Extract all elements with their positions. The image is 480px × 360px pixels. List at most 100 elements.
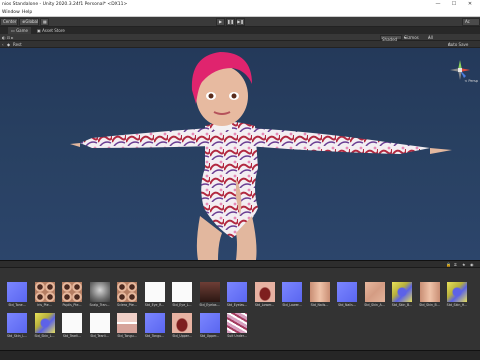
asset-thumbnail [89,313,110,333]
asset-label: Std_Nails... [338,303,356,307]
asset-tile[interactable]: Std_Tone... [4,282,30,308]
scene-viewport[interactable]: < Persp [0,48,480,260]
tab-game[interactable]: ▭ Game [8,27,31,34]
asset-tile[interactable]: Pupils_Pte... [59,282,85,308]
asset-thumbnail [172,313,192,333]
auto-save-label: Auto Save [448,42,469,47]
asset-tile[interactable]: Iris_Pte... [32,282,58,308]
asset-label: Std_Eye_L... [172,303,192,307]
right-eye [231,93,237,99]
asset-label: Suit Under... [227,334,247,338]
maximize-icon[interactable]: ☐ [448,0,460,9]
play-icon: ▶ [218,19,223,24]
asset-label: Std_Skin_L... [34,334,55,338]
asset-thumbnail [337,282,357,302]
menu-bar: Window Help [0,9,480,17]
asset-tile[interactable]: Scalp_Tran... [87,282,113,308]
asset-label: Std_Tone... [8,303,26,307]
asset-tile[interactable]: Std_Tongu... [114,313,140,339]
pause-button[interactable]: ❚❚ [226,18,235,26]
pause-icon: ❚❚ [227,19,234,24]
gizmos-dropdown[interactable]: Gizmos ▾ [404,34,419,41]
menu-window[interactable]: Window [2,9,20,17]
asset-label: Std_Skin_L... [6,334,28,338]
status-bar [0,350,480,360]
asset-tile[interactable]: Std_Nails... [334,282,360,308]
character-render [70,52,452,260]
breadcrumb-root[interactable]: Rest [13,41,22,48]
asset-label: Pupils_Pte... [62,303,82,307]
asset-thumbnail [199,282,220,302]
asset-thumbnail [447,282,467,302]
asset-tile[interactable]: Std_Skin_A... [362,282,388,308]
asset-thumbnail [117,282,137,302]
asset-tile[interactable]: Std_Lower... [279,282,305,308]
asset-label: Std_Nails... [310,303,329,307]
minimize-icon[interactable]: — [432,0,444,9]
asset-tile[interactable]: Std_Eyelas... [197,282,223,308]
menu-help[interactable]: Help [22,9,32,17]
pivot-mode-button[interactable]: Center [0,18,18,26]
asset-thumbnail [144,282,165,302]
asset-tile[interactable]: Std_Skin_B... [389,282,415,308]
asset-thumbnail [199,313,220,333]
orientation-gizmo[interactable] [448,58,472,92]
asset-label: Std_Skin_B... [391,303,413,307]
asset-tile[interactable]: Std_Tearli... [59,313,85,339]
breadcrumb-back-icon[interactable]: ‹ [2,41,4,48]
asset-label: Std_Skin_A... [364,303,385,307]
asset-thumbnail [89,282,110,302]
pivot-space-button[interactable]: ⊕Global [19,18,39,26]
scene-toolbar: ◐ ⊡ ▸ Shaded Gizmos ▾ ⌕ All [0,34,480,42]
asset-tile[interactable]: Std_Eyelas... [224,282,250,308]
draw-mode-icon[interactable]: ◐ ⊡ ▸ [2,34,13,41]
view-tabs: ▭ Game ▣ Asset Store [0,27,480,34]
asset-tile[interactable]: Std_Skin_L... [4,313,30,339]
asset-tile[interactable]: Std_Eye_L... [169,282,195,308]
tab-scene[interactable] [0,27,6,34]
pivot-space-label: Global [25,19,39,24]
asset-thumbnail [62,313,82,333]
asset-tile[interactable]: Std_Nails... [307,282,333,308]
perspective-label[interactable]: < Persp [464,79,478,83]
asset-tile[interactable]: Std_Eye_R... [142,282,168,308]
asset-tile[interactable]: Suit Under... [224,313,250,339]
asset-tile[interactable]: Std_Tongu... [142,313,168,339]
shading-mode-dropdown[interactable]: Shaded [380,35,402,42]
left-arm [80,128,212,148]
asset-tile[interactable]: Std_Skin_H... [444,282,470,308]
asset-tile[interactable]: Std_Tearli... [87,313,113,339]
snap-settings-button[interactable]: ▦ [40,18,49,26]
project-toolbar: 🔒 ⧖ ★ ◉ [0,260,480,268]
asset-thumbnail [117,313,137,333]
pivot-mode-label: Center [3,19,17,24]
tab-game-label: Game [16,28,28,33]
asset-label: Std_Tongu... [117,334,137,338]
play-button[interactable]: ▶ [216,18,225,26]
asset-thumbnail [7,313,27,333]
asset-thumbnail [419,282,440,302]
asset-label: Std_Lower... [254,303,275,307]
step-button[interactable]: ▶❚ [236,18,245,26]
asset-label: Iris_Pte... [37,303,52,307]
asset-thumbnail [34,282,55,302]
account-button[interactable]: Ac [462,18,480,26]
asset-label: Std_Eye_R... [144,303,165,307]
asset-tile[interactable]: Std_Upper... [197,313,223,339]
asset-label: Sclera_Pte... [117,303,137,307]
asset-thumbnail [227,313,247,333]
close-icon[interactable]: ✕ [464,0,476,9]
asset-thumbnail [309,282,330,302]
asset-thumbnail [144,313,165,333]
asset-label: Std_Tearli... [90,334,109,338]
asset-tile[interactable]: Std_Skin_B... [417,282,443,308]
main-toolbar: Center ⊕Global ▦ ▶ ❚❚ ▶❚ Ac [0,17,480,27]
asset-tile[interactable]: Std_Skin_L... [32,313,58,339]
asset-tile[interactable]: Std_Upper... [169,313,195,339]
asset-tile[interactable]: Std_Lower... [252,282,278,308]
asset-thumbnail [254,282,275,302]
asset-tile[interactable]: Sclera_Pte... [114,282,140,308]
asset-label: Std_Tongu... [144,334,165,338]
tab-asset-store[interactable]: ▣ Asset Store [34,27,68,34]
asset-thumbnail [172,282,192,302]
